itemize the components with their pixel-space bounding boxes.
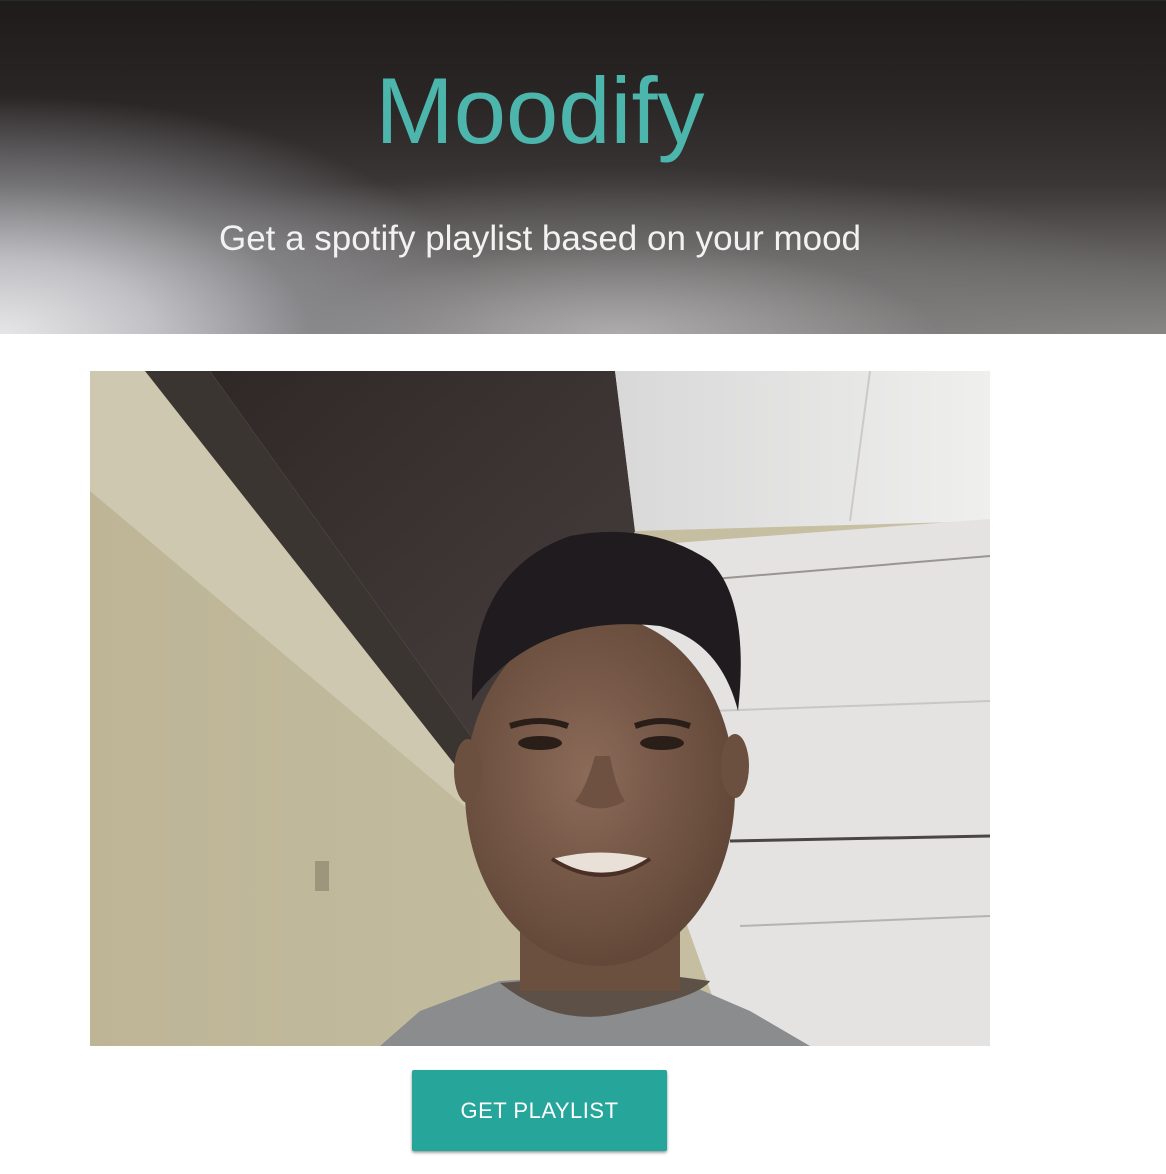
app-subtitle: Get a spotify playlist based on your moo… (218, 219, 861, 258)
app-title: Moodify (375, 58, 705, 163)
hero-header: Moodify Get a spotify playlist based on … (0, 0, 1166, 334)
webcam-feed (90, 371, 990, 1046)
webcam-image (90, 371, 990, 1046)
get-playlist-button[interactable]: GET PLAYLIST (412, 1070, 667, 1151)
